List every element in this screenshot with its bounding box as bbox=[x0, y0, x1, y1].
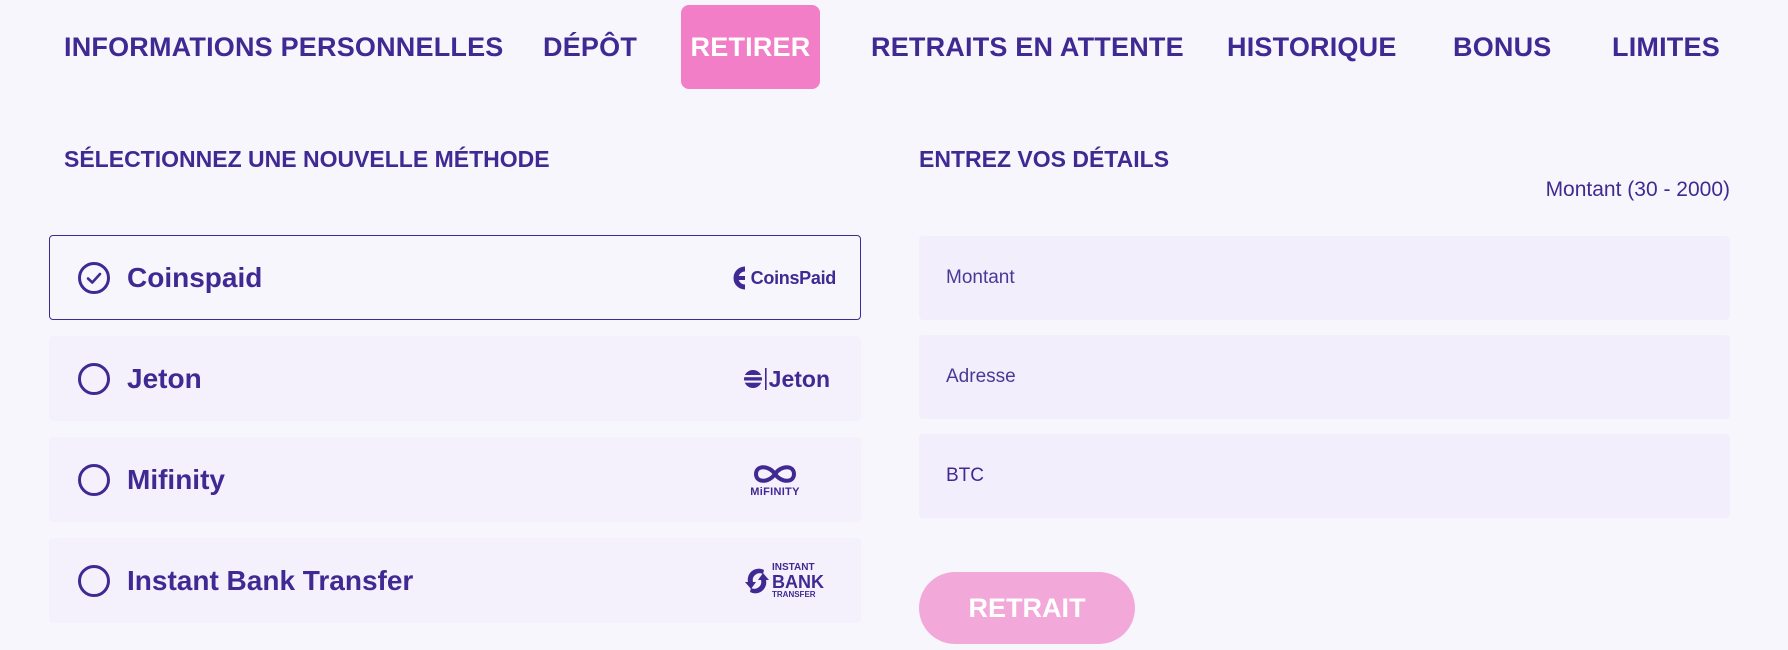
method-label: Coinspaid bbox=[127, 261, 263, 293]
tab-deposit[interactable]: DÉPÔT bbox=[543, 5, 637, 89]
amount-input[interactable] bbox=[919, 236, 1730, 320]
methods-section-title: SÉLECTIONNEZ UNE NOUVELLE MÉTHODE bbox=[64, 146, 550, 172]
tab-bar: INFORMATIONS PERSONNELLES DÉPÔT RETIRER … bbox=[0, 0, 1788, 95]
radio-unchecked-icon bbox=[78, 464, 110, 496]
address-input[interactable] bbox=[919, 335, 1730, 419]
method-label: Instant Bank Transfer bbox=[127, 564, 414, 596]
mifinity-logo-icon: MiFINITY bbox=[740, 452, 810, 508]
mifinity-logo-text: MiFINITY bbox=[750, 486, 800, 498]
coinspaid-logo-icon: CoinsPaid bbox=[706, 250, 836, 306]
radio-unchecked-icon bbox=[78, 363, 110, 395]
method-instant-bank-transfer[interactable]: Instant Bank Transfer INSTANT BANK TRANS… bbox=[49, 538, 861, 623]
withdraw-button[interactable]: RETRAIT bbox=[919, 572, 1135, 644]
method-coinspaid[interactable]: Coinspaid CoinsPaid bbox=[49, 235, 861, 320]
details-section-title: ENTREZ VOS DÉTAILS bbox=[919, 146, 1170, 172]
tab-limits[interactable]: LIMITES bbox=[1612, 5, 1720, 89]
tab-history[interactable]: HISTORIQUE bbox=[1227, 5, 1397, 89]
method-jeton[interactable]: Jeton Jeton bbox=[49, 336, 861, 421]
method-label: Mifinity bbox=[127, 463, 225, 495]
radio-unchecked-icon bbox=[78, 565, 110, 597]
tab-personal-info[interactable]: INFORMATIONS PERSONNELLES bbox=[64, 5, 504, 89]
method-label: Jeton bbox=[127, 362, 202, 394]
ibt-logo-text-mid: BANK bbox=[772, 572, 824, 592]
amount-range-hint: Montant (30 - 2000) bbox=[1545, 178, 1730, 201]
coinspaid-logo-text: CoinsPaid bbox=[750, 267, 837, 288]
instant-bank-transfer-logo-icon: INSTANT BANK TRANSFER bbox=[694, 553, 824, 609]
currency-field[interactable] bbox=[919, 434, 1730, 518]
method-mifinity[interactable]: Mifinity MiFINITY bbox=[49, 437, 861, 522]
jeton-logo-icon: Jeton bbox=[706, 351, 836, 407]
tab-bonus[interactable]: BONUS bbox=[1453, 5, 1552, 89]
radio-checked-icon bbox=[78, 262, 110, 294]
tab-pending-withdrawals[interactable]: RETRAITS EN ATTENTE bbox=[871, 5, 1184, 89]
tab-withdraw[interactable]: RETIRER bbox=[681, 5, 820, 89]
ibt-logo-text-bottom: TRANSFER bbox=[772, 590, 816, 599]
jeton-logo-text: Jeton bbox=[768, 365, 830, 392]
